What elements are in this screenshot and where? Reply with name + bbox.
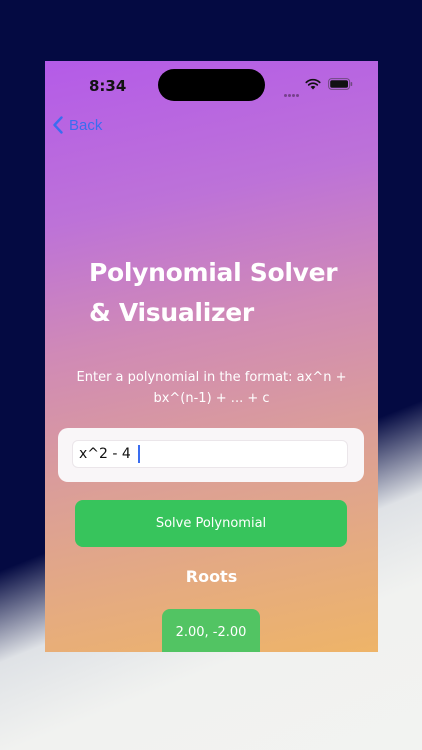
back-label: Back bbox=[69, 116, 103, 134]
input-card bbox=[58, 428, 364, 482]
roots-heading: Roots bbox=[185, 567, 238, 586]
solve-polynomial-button[interactable]: Solve Polynomial bbox=[75, 500, 347, 547]
phone-screen: 8:34 Back Polynomial Solver & Visualizer… bbox=[45, 61, 378, 652]
battery-icon bbox=[328, 78, 353, 90]
format-instruction: Enter a polynomial in the format: ax^n +… bbox=[76, 370, 347, 406]
status-bar: 8:34 bbox=[45, 61, 378, 107]
dynamic-island bbox=[158, 69, 265, 101]
wifi-icon bbox=[305, 78, 321, 90]
signal-dots-icon bbox=[284, 84, 302, 97]
back-button[interactable]: Back bbox=[51, 114, 102, 136]
status-time: 8:34 bbox=[89, 77, 127, 95]
page-title: Polynomial Solver & Visualizer bbox=[89, 258, 338, 327]
text-caret bbox=[138, 445, 140, 463]
roots-result-chip: 2.00, -2.00 bbox=[162, 609, 260, 652]
polynomial-input[interactable] bbox=[72, 440, 348, 468]
chevron-left-icon bbox=[53, 116, 63, 134]
